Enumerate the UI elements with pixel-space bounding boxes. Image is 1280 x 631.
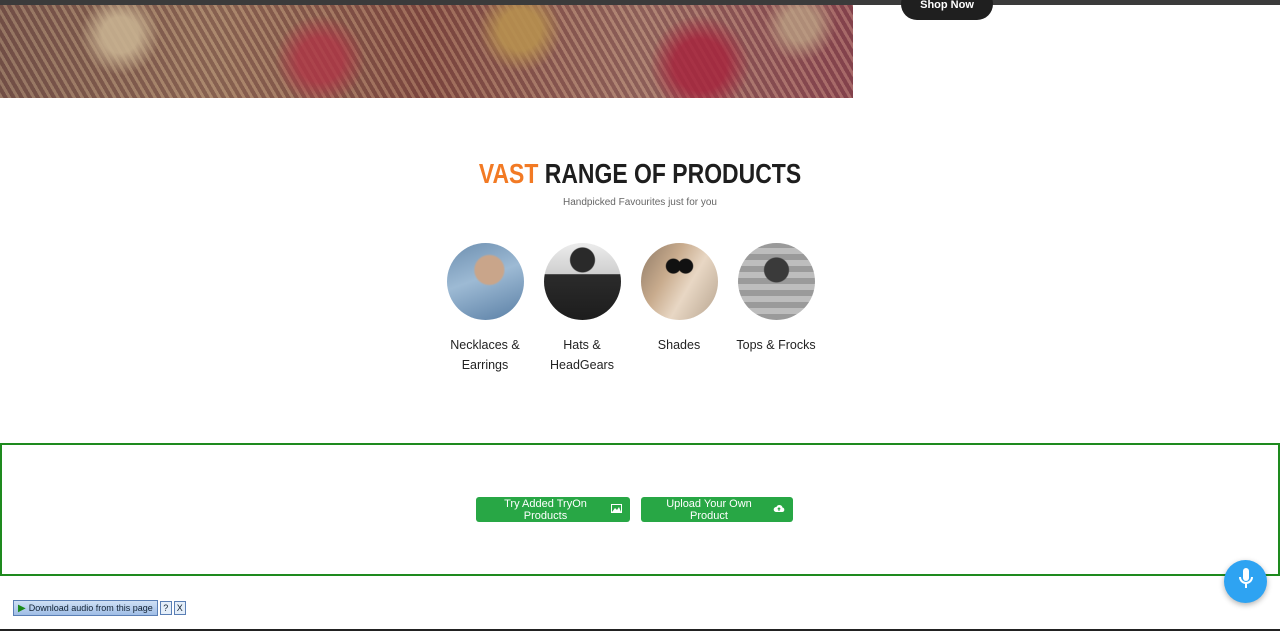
upload-button-label: Upload Your Own Product: [666, 497, 752, 522]
category-label-line2: HeadGears: [550, 358, 614, 372]
category-image[interactable]: [446, 243, 524, 320]
category-label[interactable]: Tops & Frocks: [726, 335, 826, 355]
category-label-line1: Tops & Frocks: [736, 338, 816, 352]
help-icon: ?: [163, 603, 169, 613]
section-title: VAST RANGE OF PRODUCTS: [115, 158, 1165, 190]
tryon-section: [0, 443, 1280, 576]
section-title-accent: VAST: [478, 158, 539, 189]
section-title-rest: RANGE OF PRODUCTS: [538, 158, 802, 189]
category-label-line1: Necklaces &: [450, 338, 520, 352]
category-label-line1: Hats &: [563, 338, 601, 352]
category-image[interactable]: [737, 243, 815, 320]
upload-own-product-button[interactable]: Upload Your Own Product: [641, 497, 793, 522]
play-icon: ▶: [18, 602, 26, 614]
close-button[interactable]: X: [173, 601, 186, 615]
hero-banner-image: [0, 5, 853, 98]
category-label-line2: Earrings: [461, 358, 509, 372]
microphone-icon: [1238, 568, 1253, 595]
category-label[interactable]: Necklaces & Earrings: [435, 335, 535, 375]
audio-download-toolbar: ▶ Download audio from this page ? X: [13, 600, 186, 616]
category-label[interactable]: Shades: [629, 335, 729, 355]
try-button-label: Try Added TryOn Products: [504, 497, 587, 522]
category-label-line1: Shades: [657, 338, 701, 352]
download-audio-label: Download audio from this page: [28, 603, 153, 613]
help-button[interactable]: ?: [159, 601, 172, 615]
cloud-upload-icon: [773, 504, 785, 516]
category-tops-frocks[interactable]: Tops & Frocks: [726, 243, 826, 355]
image-icon: [611, 503, 622, 516]
section-subtitle: Handpicked Favourites just for you: [563, 197, 717, 208]
close-icon: X: [176, 603, 183, 613]
download-audio-button[interactable]: ▶ Download audio from this page: [13, 600, 158, 616]
hero-overlay: [0, 5, 853, 98]
category-image[interactable]: [543, 243, 621, 320]
shop-now-button[interactable]: Shop Now: [901, 0, 993, 20]
category-image[interactable]: [640, 243, 718, 320]
category-shades[interactable]: Shades: [629, 243, 729, 355]
category-necklaces-earrings[interactable]: Necklaces & Earrings: [435, 243, 535, 375]
category-label[interactable]: Hats & HeadGears: [532, 335, 632, 375]
category-hats-headgears[interactable]: Hats & HeadGears: [532, 243, 632, 375]
voice-assistant-button[interactable]: [1224, 560, 1267, 603]
try-added-products-button[interactable]: Try Added TryOn Products: [476, 497, 630, 522]
